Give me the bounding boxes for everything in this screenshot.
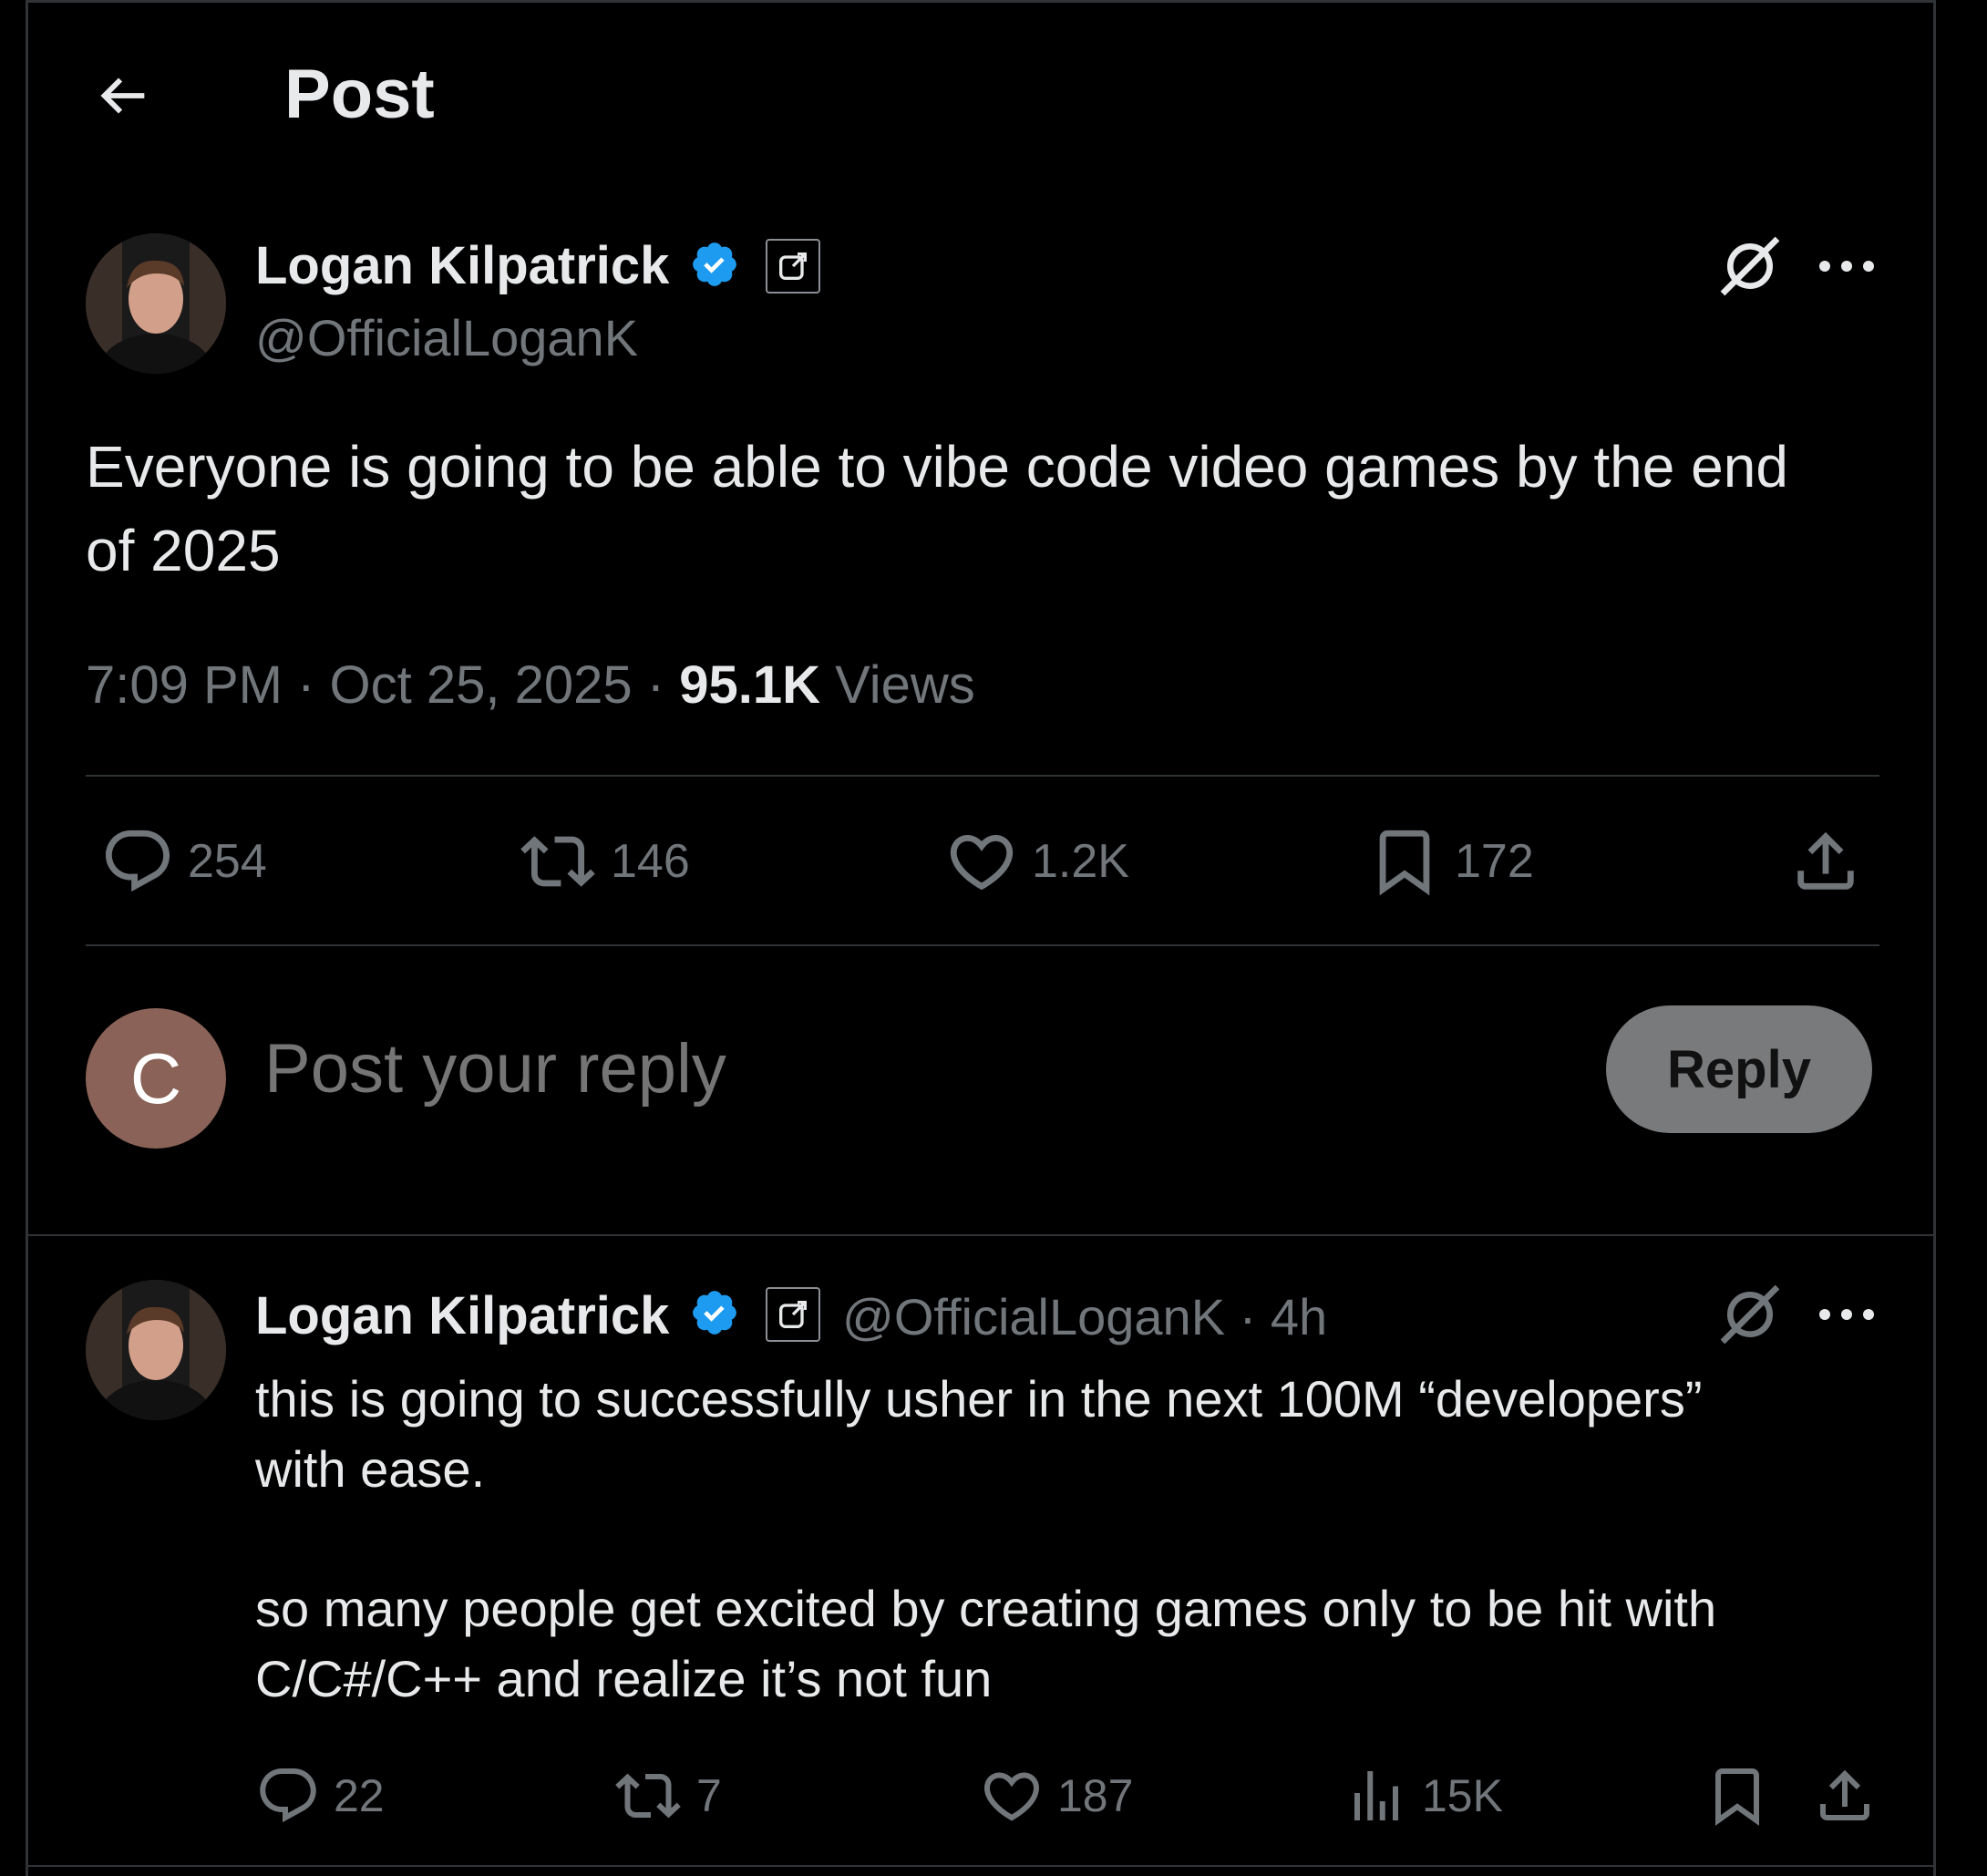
reply-icon: [105, 830, 170, 892]
reply-time[interactable]: · 4h: [1225, 1288, 1328, 1345]
views-count: 15K: [1422, 1770, 1503, 1821]
repost-icon: [615, 1773, 681, 1819]
bookmark-count: 172: [1455, 835, 1534, 888]
like-count: 187: [1057, 1770, 1134, 1821]
like-icon: [950, 834, 1014, 891]
views-action[interactable]: 15K: [1344, 1763, 1503, 1829]
reply-input[interactable]: [263, 1028, 1560, 1109]
author-handle[interactable]: @OfficialLoganK: [255, 308, 638, 367]
grok-icon[interactable]: [1714, 230, 1786, 303]
reply-action[interactable]: 254: [100, 824, 267, 899]
repost-action[interactable]: 7: [613, 1763, 722, 1829]
reply-post-text: this is going to successfully usher in t…: [255, 1364, 1914, 1714]
reply-author-name[interactable]: Logan Kilpatrick: [255, 1285, 669, 1346]
reply-text-line: C/C#/C++ and realize it’s not fun: [255, 1650, 993, 1707]
reply-text-line: with ease.: [255, 1440, 486, 1498]
repost-count: 7: [696, 1770, 722, 1821]
author-name[interactable]: Logan Kilpatrick: [255, 235, 669, 296]
divider: [28, 1865, 1933, 1867]
post-time[interactable]: 7:09 PM · Oct 25, 2025 ·: [86, 655, 679, 715]
more-icon[interactable]: [1817, 1305, 1876, 1324]
post-text: Everyone is going to be able to vibe cod…: [86, 425, 1909, 593]
user-avatar[interactable]: C: [86, 1008, 226, 1149]
post-meta: 7:09 PM · Oct 25, 2025 · 95.1K Views: [86, 655, 975, 716]
reply-count: 254: [188, 835, 267, 888]
views-label: Views: [819, 655, 975, 715]
divider: [28, 1234, 1933, 1236]
reply-icon: [260, 1768, 316, 1823]
like-count: 1.2K: [1032, 835, 1129, 888]
reply-text-line: so many people get excited by creating g…: [255, 1580, 1717, 1637]
page-title: Post: [284, 56, 435, 133]
divider: [86, 944, 1879, 946]
reply-text-line: this is going to successfully usher in t…: [255, 1370, 1703, 1428]
verified-badge-icon: [689, 239, 740, 290]
back-arrow-icon[interactable]: [91, 64, 155, 128]
repost-action[interactable]: 146: [518, 824, 690, 899]
reply-author-meta: @OfficialLoganK · 4h: [842, 1287, 1327, 1346]
like-icon: [983, 1772, 1040, 1821]
reply-button[interactable]: Reply: [1606, 1005, 1872, 1133]
views-count: 95.1K: [679, 655, 820, 715]
like-action[interactable]: 1.2K: [944, 824, 1129, 899]
grok-icon[interactable]: [1714, 1278, 1786, 1351]
reply-author-handle[interactable]: @OfficialLoganK: [842, 1288, 1225, 1345]
affiliate-icon[interactable]: [766, 1287, 820, 1342]
post-text-line: Everyone is going to be able to vibe cod…: [86, 434, 1788, 500]
bookmark-icon[interactable]: [1704, 1763, 1770, 1829]
repost-count: 146: [611, 835, 690, 888]
author-avatar[interactable]: [86, 233, 226, 374]
reply-count: 22: [334, 1770, 385, 1821]
post-text-line: of 2025: [86, 518, 281, 583]
bookmark-icon: [1379, 830, 1430, 896]
reply-action[interactable]: 22: [255, 1763, 385, 1829]
share-icon[interactable]: [1812, 1763, 1878, 1829]
views-icon: [1354, 1771, 1398, 1820]
more-icon[interactable]: [1817, 257, 1876, 275]
repost-icon: [520, 836, 595, 887]
reply-author-avatar[interactable]: [86, 1280, 226, 1420]
like-action[interactable]: 187: [979, 1763, 1133, 1829]
bookmark-action[interactable]: 172: [1367, 824, 1534, 899]
share-icon[interactable]: [1788, 824, 1863, 899]
verified-badge-icon: [689, 1287, 740, 1338]
divider: [86, 775, 1879, 777]
affiliate-icon[interactable]: [766, 239, 820, 294]
